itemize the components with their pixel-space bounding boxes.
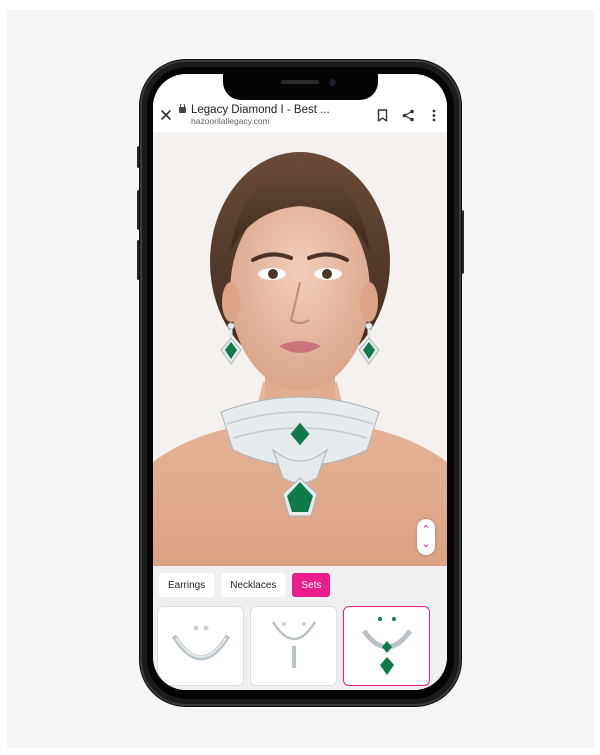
emerald-set-thumbnail — [361, 617, 412, 675]
virtual-try-on-preview: ⌃ ⌄ — [153, 132, 447, 566]
chevron-up-icon[interactable]: ⌃ — [421, 523, 430, 537]
lock-icon — [179, 103, 186, 113]
product-card-emerald-diamond-set[interactable] — [343, 606, 430, 686]
share-icon[interactable] — [395, 100, 421, 130]
tab-sets[interactable]: Sets — [292, 573, 331, 597]
tab-earrings[interactable]: Earrings — [159, 573, 215, 597]
model-illustration — [153, 152, 447, 566]
more-vertical-icon[interactable] — [421, 100, 447, 130]
product-card-diamond-drop-necklace[interactable] — [250, 606, 337, 686]
category-tabs: Earrings Necklaces Sets — [159, 573, 331, 597]
page-url: hazoorilallegacy.com — [191, 115, 270, 126]
page-title: Legacy Diamond I - Best ... — [191, 103, 330, 116]
chevron-down-icon[interactable]: ⌄ — [421, 537, 430, 551]
drop-necklace-thumbnail — [271, 621, 316, 668]
product-carousel — [157, 606, 430, 686]
bookmark-icon[interactable] — [369, 100, 395, 130]
page-info[interactable]: Legacy Diamond I - Best ... hazoorilalle… — [179, 103, 369, 127]
browser-url-bar: Legacy Diamond I - Best ... hazoorilalle… — [153, 98, 447, 133]
phone-screen: Legacy Diamond I - Best ... hazoorilalle… — [153, 74, 447, 690]
left-ear — [222, 282, 240, 322]
product-panel: Earrings Necklaces Sets — [153, 566, 447, 690]
close-icon[interactable] — [153, 100, 179, 130]
necklace-set-thumbnail — [171, 625, 230, 661]
preview-scroll-control[interactable]: ⌃ ⌄ — [417, 519, 435, 555]
product-card-diamond-necklace-set[interactable] — [157, 606, 244, 686]
phone-notch — [223, 74, 378, 100]
tab-necklaces[interactable]: Necklaces — [221, 573, 286, 597]
page-title-row: Legacy Diamond I - Best ... — [179, 103, 369, 117]
front-camera — [329, 79, 336, 86]
right-ear — [360, 282, 378, 322]
speaker-grille — [281, 80, 319, 84]
